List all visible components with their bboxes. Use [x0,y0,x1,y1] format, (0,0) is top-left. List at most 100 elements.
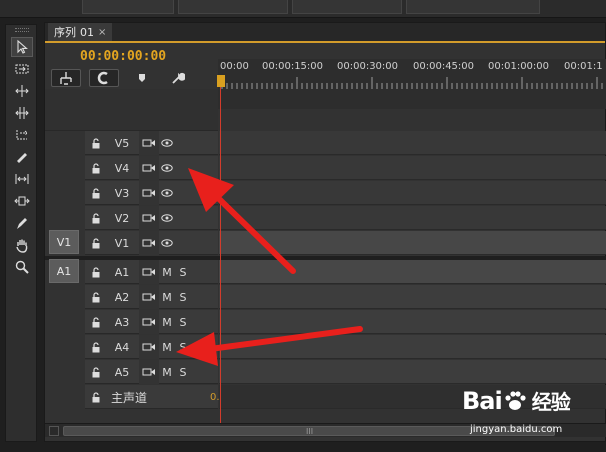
track-header-v2[interactable]: V2 [85,206,218,230]
tab-sequence-01[interactable]: 序列 01 × [48,23,113,41]
lock-icon[interactable] [85,156,107,180]
sync-camera-icon[interactable] [139,285,159,309]
track-name: A5 [114,365,130,379]
hand-tool-icon[interactable] [11,235,33,255]
track-header-a5[interactable]: A5 M S [85,360,218,384]
paw-icon [505,390,526,410]
insert-nest-toggle[interactable] [51,69,81,87]
lock-icon[interactable] [85,260,107,284]
lock-icon[interactable] [85,285,107,309]
mute-button[interactable]: M [159,285,175,309]
timeline-tab-bar: 序列 01 × [45,23,605,43]
panel-grip[interactable] [15,28,29,32]
lock-icon[interactable] [85,181,107,205]
eye-icon[interactable] [159,231,175,255]
rate-stretch-tool-icon[interactable] [11,125,33,145]
marker-icon [139,74,145,82]
solo-button[interactable]: S [175,310,191,334]
sync-camera-icon[interactable] [139,260,159,284]
scrollbar-left-cap[interactable] [49,426,59,436]
mute-button[interactable]: M [159,360,175,384]
toolbar-button-ghost[interactable] [82,0,174,14]
toolbar-button-ghost[interactable] [406,0,540,14]
toolbar-button-ghost[interactable] [178,0,288,14]
eye-icon[interactable] [159,206,175,230]
solo-button[interactable]: S [175,260,191,284]
ruler-label: 00:01:00:00 [488,61,550,72]
tab-number: 01 [80,25,94,39]
razor-tool-icon[interactable] [11,147,33,167]
solo-button[interactable]: S [175,285,191,309]
wrench-icon [172,72,185,84]
close-icon[interactable]: × [98,27,106,38]
track-lane-a5[interactable] [219,360,606,384]
playhead-timecode[interactable]: 00:00:00:00 [80,49,166,64]
eye-icon[interactable] [159,156,175,180]
track-header-v5[interactable]: V5 [85,131,218,155]
mute-button[interactable]: M [159,335,175,359]
track-header-v1[interactable]: V1 [85,231,218,255]
track-name: A2 [114,290,130,304]
lock-icon[interactable] [85,335,107,359]
track-header-a3[interactable]: A3 M S [85,310,218,334]
playhead-handle[interactable] [217,75,225,87]
track-header-a4[interactable]: A4 M S [85,335,218,359]
track-lane-a3[interactable] [219,310,606,334]
track-lane-v4[interactable] [219,156,606,180]
track-name: V2 [114,211,130,225]
track-header-a2[interactable]: A2 M S [85,285,218,309]
track-lane-v2[interactable] [219,206,606,230]
solo-button[interactable]: S [175,360,191,384]
track-lane-v5[interactable] [219,131,606,155]
sync-camera-icon[interactable] [139,131,159,155]
eye-icon[interactable] [159,131,175,155]
ripple-edit-tool-icon[interactable] [11,81,33,101]
sync-camera-icon[interactable] [139,206,159,230]
rolling-edit-tool-icon[interactable] [11,103,33,123]
sync-camera-icon[interactable] [139,360,159,384]
lock-icon[interactable] [85,231,107,255]
track-header-master[interactable]: 主声道 0.0 [85,385,250,409]
playhead-line[interactable] [220,87,221,433]
mute-button[interactable]: M [159,260,175,284]
snap-toggle[interactable] [89,69,119,87]
track-lane-a4[interactable] [219,335,606,359]
lock-icon[interactable] [85,385,107,409]
track-lane-v3[interactable] [219,181,606,205]
lock-icon[interactable] [85,310,107,334]
toolbar-button-ghost[interactable] [292,0,402,14]
sync-camera-icon[interactable] [139,231,159,255]
lock-icon[interactable] [85,360,107,384]
time-ruler[interactable]: 00:00 00:00:15:00 00:00:30:00 00:00:45:0… [218,59,606,109]
sync-camera-icon[interactable] [139,156,159,180]
mute-button[interactable]: M [159,310,175,334]
sync-camera-icon[interactable] [139,181,159,205]
track-name: V1 [114,236,130,250]
source-patch-v1[interactable]: V1 [49,230,79,254]
lock-icon[interactable] [85,206,107,230]
track-header-a1[interactable]: A1 M S [85,260,218,284]
slip-tool-icon[interactable] [11,169,33,189]
track-header-v4[interactable]: V4 [85,156,218,180]
solo-button[interactable]: S [175,335,191,359]
timeline-settings-button[interactable] [169,69,187,87]
sync-camera-icon[interactable] [139,310,159,334]
slide-tool-icon[interactable] [11,191,33,211]
lock-icon[interactable] [85,131,107,155]
watermark-url: jingyan.baidu.com [470,424,563,435]
ruler-label: 00:01:1 [564,61,603,72]
track-select-tool-icon[interactable] [11,59,33,79]
track-lane-a1[interactable] [219,260,606,284]
eye-icon[interactable] [159,181,175,205]
track-lane-a2[interactable] [219,285,606,309]
source-patch-a1[interactable]: A1 [49,259,79,283]
pen-tool-icon[interactable] [11,213,33,233]
selection-tool-icon[interactable] [11,37,33,57]
sync-camera-icon[interactable] [139,335,159,359]
watermark-logo-text: Bai [462,386,503,415]
track-lane-v1[interactable] [219,231,606,255]
nest-sequence-icon [60,72,72,85]
track-header-v3[interactable]: V3 [85,181,218,205]
add-marker-button[interactable] [133,69,151,87]
zoom-tool-icon[interactable] [11,257,33,277]
